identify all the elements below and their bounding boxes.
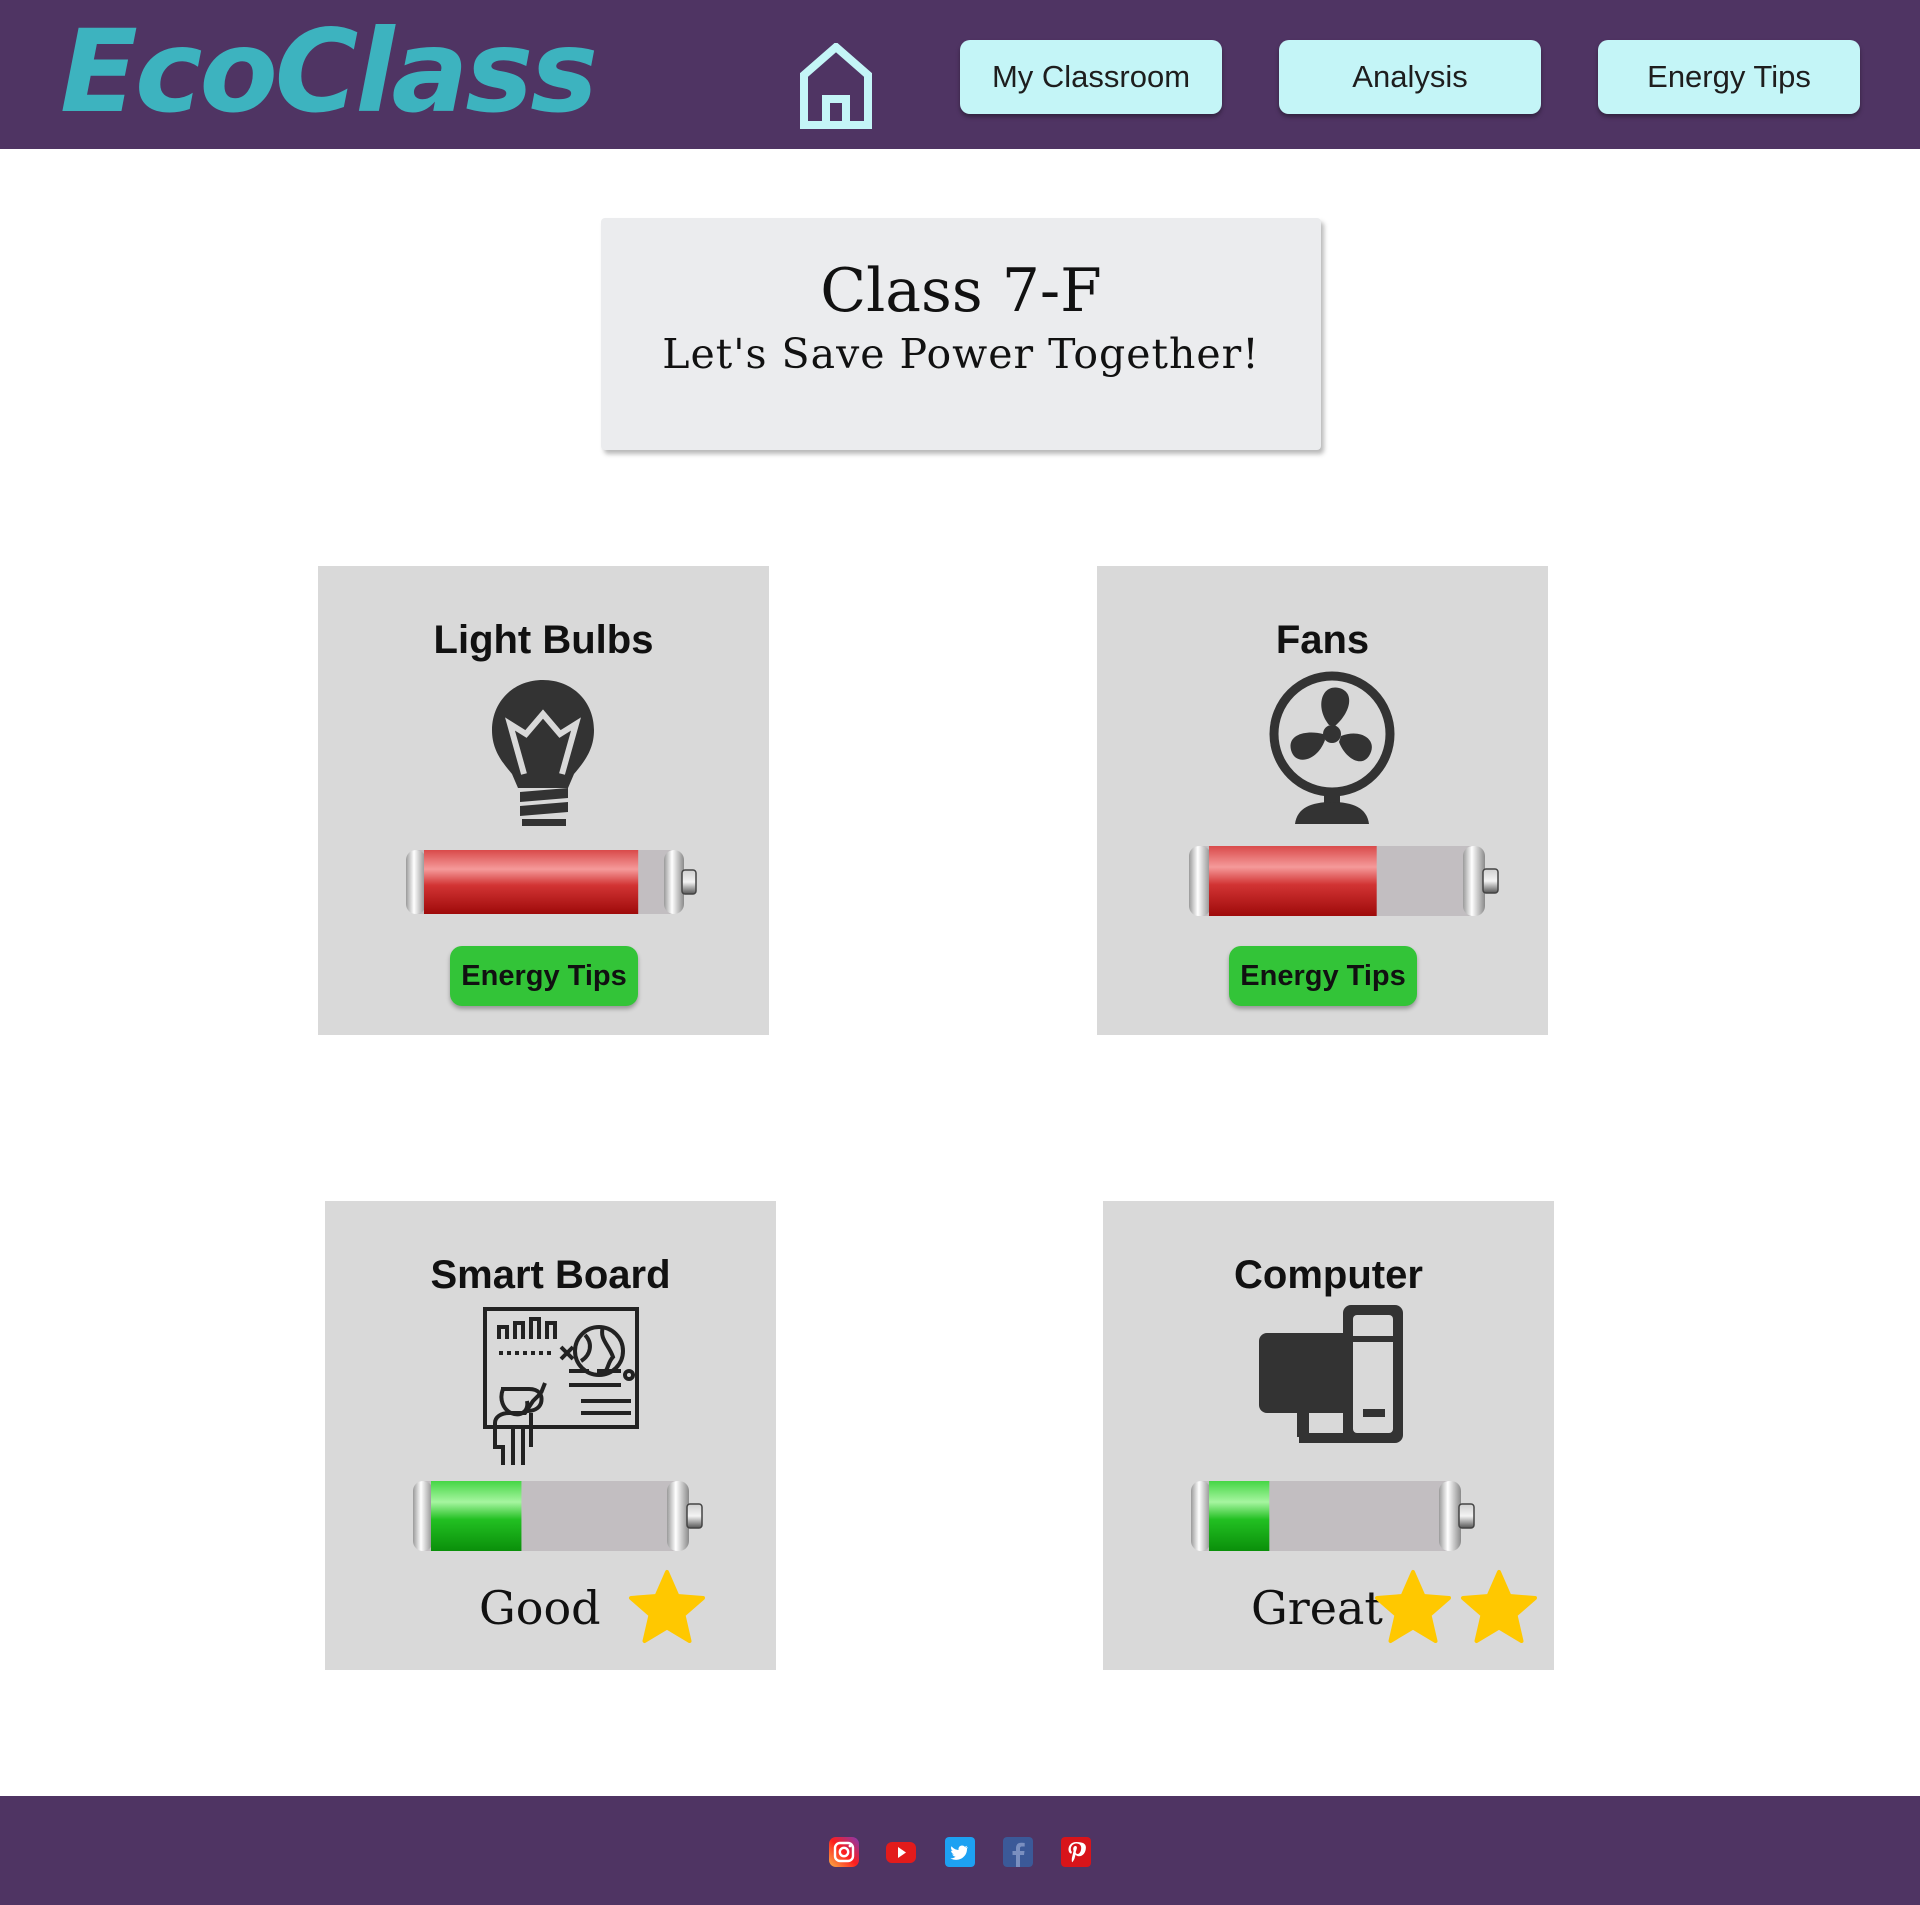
- instagram-icon[interactable]: [829, 1837, 859, 1867]
- twitter-icon[interactable]: [945, 1837, 975, 1867]
- star-icon: [1461, 1570, 1537, 1643]
- facebook-icon[interactable]: [1003, 1837, 1033, 1867]
- device-card-fans: Fans Energy Tips: [1097, 566, 1548, 1035]
- device-card-smart-board: Smart Board Good: [325, 1201, 776, 1670]
- computer-icon: [1259, 1305, 1403, 1443]
- nav-my-classroom-button[interactable]: My Classroom: [960, 40, 1222, 114]
- rating-label: Great: [1251, 1581, 1383, 1635]
- star-icon: [1375, 1570, 1451, 1643]
- youtube-icon[interactable]: [886, 1837, 916, 1867]
- device-card-light-bulbs: Light Bulbs Energy Tips: [318, 566, 769, 1035]
- nav-energy-tips-button[interactable]: Energy Tips: [1598, 40, 1860, 114]
- device-title: Smart Board: [430, 1253, 671, 1297]
- device-title: Fans: [1275, 618, 1370, 662]
- device-title: Computer: [1234, 1253, 1423, 1297]
- fan-icon: [1269, 671, 1395, 824]
- logo[interactable]: EcoClass: [60, 2, 598, 142]
- top-nav-bar: EcoClass My Classroom Analysis Energy Ti…: [0, 0, 1920, 149]
- home-icon[interactable]: [800, 43, 872, 129]
- energy-level-battery: [1191, 1481, 1475, 1551]
- device-title: Light Bulbs: [433, 618, 654, 662]
- energy-tips-button[interactable]: Energy Tips: [1229, 946, 1417, 1006]
- light-bulb-icon: [492, 680, 594, 826]
- energy-tips-button[interactable]: Energy Tips: [450, 946, 638, 1006]
- energy-level-battery: [406, 850, 697, 914]
- class-banner: Class 7-F Let's Save Power Together!: [601, 218, 1321, 450]
- nav-analysis-button[interactable]: Analysis: [1279, 40, 1541, 114]
- star-icon: [629, 1570, 705, 1643]
- energy-level-battery: [1189, 846, 1499, 916]
- smart-board-icon: [483, 1307, 639, 1465]
- energy-level-battery: [413, 1481, 703, 1551]
- pinterest-icon[interactable]: [1061, 1837, 1091, 1867]
- device-card-computer: Computer Great: [1103, 1201, 1554, 1670]
- rating-label: Good: [479, 1581, 601, 1635]
- class-title: Class 7-F: [820, 256, 1102, 326]
- class-subtitle: Let's Save Power Together!: [662, 330, 1260, 378]
